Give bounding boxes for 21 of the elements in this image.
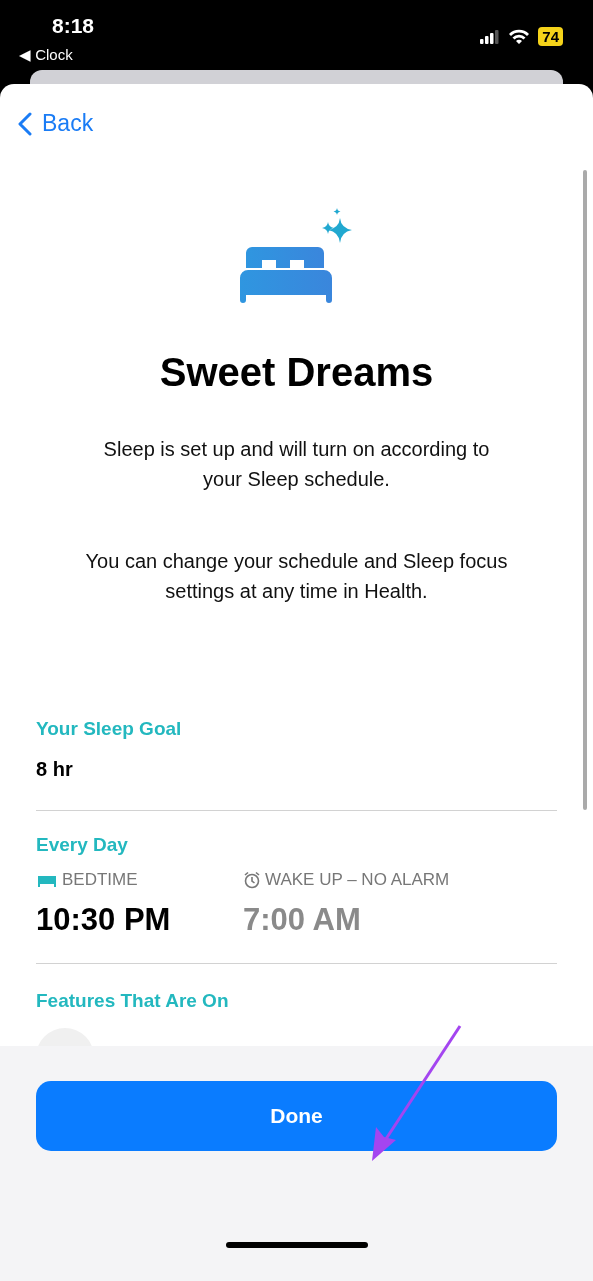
status-time: 8:18 [52,14,95,38]
wake-up-label: WAKE UP – NO ALARM [265,870,450,890]
wifi-icon [508,28,531,45]
section-label: Your Sleep Goal [36,718,183,740]
wake-up-value: 7:00 AM [243,902,362,938]
alarm-clock-icon [243,871,261,889]
bed-icon [36,873,58,887]
description-text: Sleep is set up and will turn on according to your Sleep schedule. [102,437,491,492]
sleep-goal-value: 8 hr [36,758,74,781]
section-label: Every Day [36,834,129,856]
bedtime-label: BEDTIME [62,870,138,890]
done-button[interactable]: Done [36,1081,557,1151]
back-to-app-link[interactable]: ◀ Clock [19,46,73,64]
signal-icon [480,29,501,44]
bedtime-value: 10:30 PM [36,902,172,938]
back-button[interactable]: Back [18,110,94,137]
battery-indicator: 74 [538,27,563,46]
description-text: You can change your schedule and Sleep focus settings at any time in Health. [84,549,509,604]
section-label: Features That Are On [36,990,230,1012]
chevron-left-icon [18,111,32,136]
screen-title: Sweet Dreams [158,350,435,395]
